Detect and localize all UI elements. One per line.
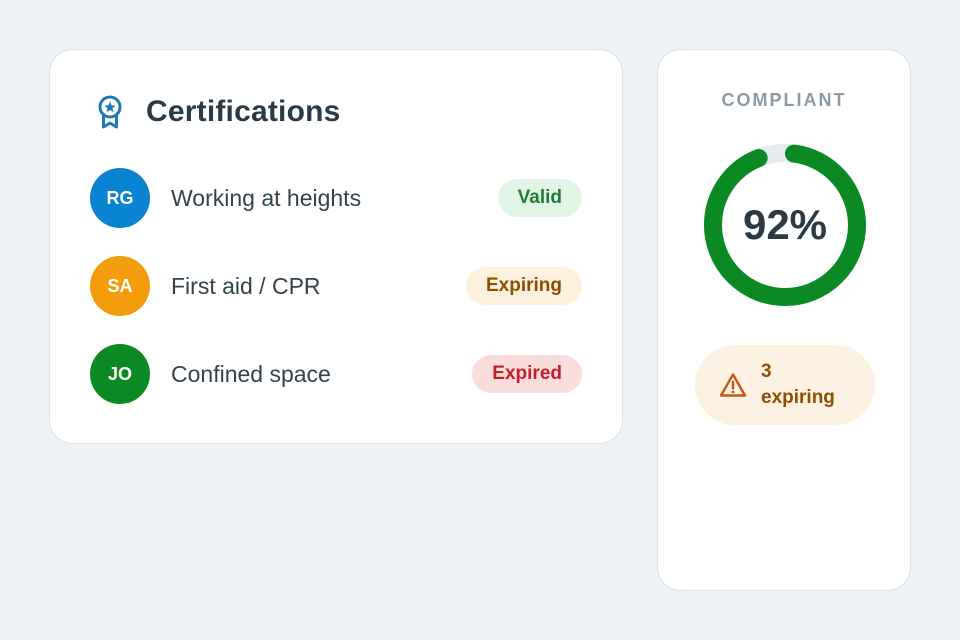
certifications-list: RG Working at heights Valid SA First aid… (90, 168, 582, 432)
avatar: RG (90, 168, 150, 228)
expiring-alert[interactable]: 3 expiring (695, 345, 875, 425)
list-item[interactable]: SA First aid / CPR Expiring (90, 256, 582, 316)
avatar: JO (90, 344, 150, 404)
certifications-title: Certifications (146, 95, 341, 128)
list-item[interactable]: RG Working at heights Valid (90, 168, 582, 228)
status-badge: Expired (472, 355, 582, 393)
avatar: SA (90, 256, 150, 316)
compliance-card: COMPLIANT 92% 3 expiring (657, 49, 911, 591)
warning-triangle-icon (719, 372, 747, 398)
certification-name: Confined space (171, 360, 331, 387)
expiring-alert-text: 3 expiring (761, 359, 835, 411)
compliance-label: COMPLIANT (721, 90, 847, 110)
certifications-header: Certifications (94, 94, 341, 130)
compliance-percent: 92% (742, 201, 828, 248)
certification-name: Working at heights (171, 184, 362, 211)
certifications-card: Certifications RG Working at heights Val… (49, 49, 623, 444)
status-badge: Expiring (465, 267, 582, 305)
expiring-count: 3 (761, 361, 772, 382)
expiring-label: expiring (761, 387, 835, 408)
certification-name: First aid / CPR (171, 272, 321, 299)
list-item[interactable]: JO Confined space Expired (90, 344, 582, 404)
status-badge: Valid (497, 179, 582, 217)
award-ribbon-icon (94, 94, 126, 130)
